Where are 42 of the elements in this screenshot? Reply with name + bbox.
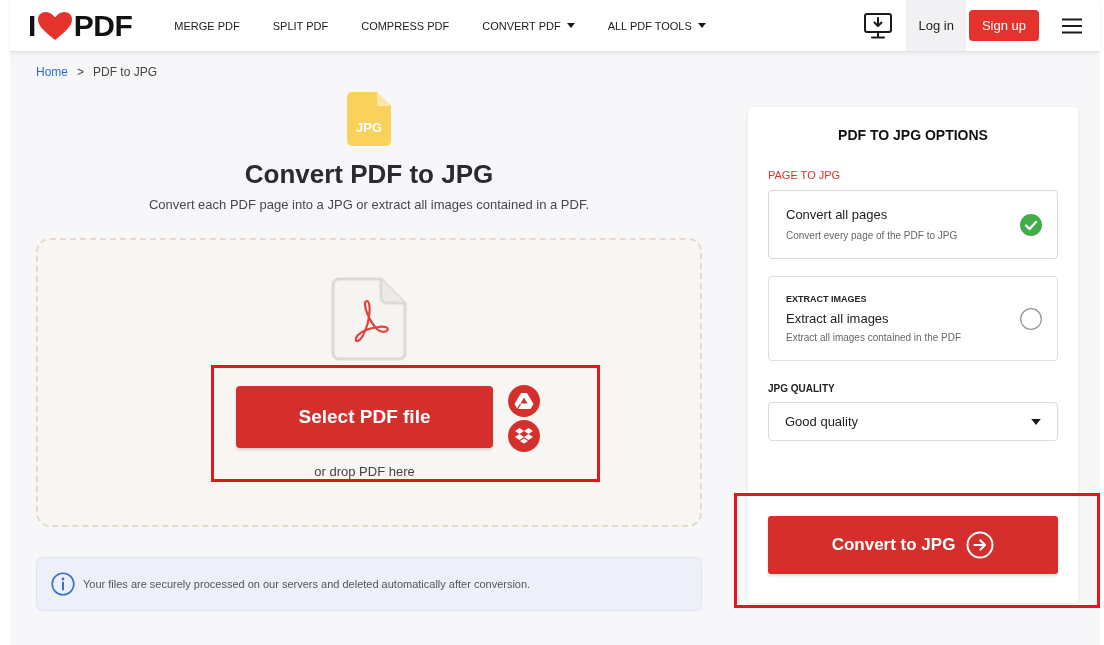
menu-icon[interactable]: [1062, 17, 1082, 34]
breadcrumb-separator: >: [77, 65, 85, 79]
quality-select[interactable]: Good quality: [768, 402, 1058, 441]
nav-link[interactable]: SPLIT PDF: [272, 19, 329, 32]
option-description: Convert every page of the PDF to JPG: [786, 229, 958, 242]
panel-title: PDF TO JPG OPTIONS: [837, 127, 989, 143]
drop-hint: or drop PDF here: [313, 464, 416, 480]
arrow-circle-icon: [966, 531, 995, 559]
jpg-file-badge: JPG: [347, 92, 391, 146]
desktop-download-icon[interactable]: [864, 12, 893, 39]
nav-link[interactable]: MERGE PDF: [174, 19, 240, 32]
nav-link[interactable]: COMPRESS PDF: [361, 19, 450, 32]
option-description: Extract all images contained in the PDF: [786, 331, 962, 344]
option-heading: EXTRACT IMAGES: [786, 293, 868, 305]
notice-text: Your files are securely processed on our servers and deleted automatically after conversion.: [83, 578, 531, 590]
section-label: PAGE TO JPG: [768, 169, 842, 182]
select-file-button[interactable]: Select PDF file: [236, 386, 493, 448]
option-card[interactable]: EXTRACT IMAGES Extract all images Extract all images contained in the PDF: [768, 276, 1058, 361]
signup-button[interactable]: Sign up: [968, 10, 1039, 41]
login-link[interactable]: Log in: [906, 0, 966, 51]
option-title: Extract all images: [786, 311, 890, 327]
option-card[interactable]: Convert all pages Convert every page of the PDF to JPG: [768, 190, 1058, 259]
quality-label: JPG QUALITY: [768, 383, 836, 395]
info-icon: [51, 572, 75, 596]
heart-icon: [36, 10, 73, 41]
triangle-logo-icon[interactable]: [508, 385, 540, 417]
drop-zone[interactable]: Select PDF file or drop PDF here: [36, 238, 702, 527]
breadcrumb-current: PDF to JPG: [93, 65, 158, 79]
option-title: Convert all pages: [786, 207, 889, 223]
page-subtitle: Convert each PDF page into a JPG or extract all images contained in a PDF.: [148, 196, 590, 214]
page-title: Convert PDF to JPG: [244, 159, 494, 189]
radio-circle-icon[interactable]: [1020, 307, 1042, 330]
convert-button[interactable]: Convert to JPG: [768, 516, 1058, 574]
check-circle-icon[interactable]: [1020, 213, 1042, 236]
diamond-logo-icon[interactable]: [508, 420, 540, 452]
pdf-file-icon: [331, 277, 407, 361]
nav-link[interactable]: ALL PDF TOOLS: [607, 19, 706, 32]
nav-link[interactable]: CONVERT PDF: [482, 19, 575, 32]
logo-text: PDF: [73, 9, 133, 42]
breadcrumb-link[interactable]: Home: [36, 65, 68, 79]
caret-icon: [1031, 418, 1041, 425]
logo-text: I: [28, 9, 36, 42]
